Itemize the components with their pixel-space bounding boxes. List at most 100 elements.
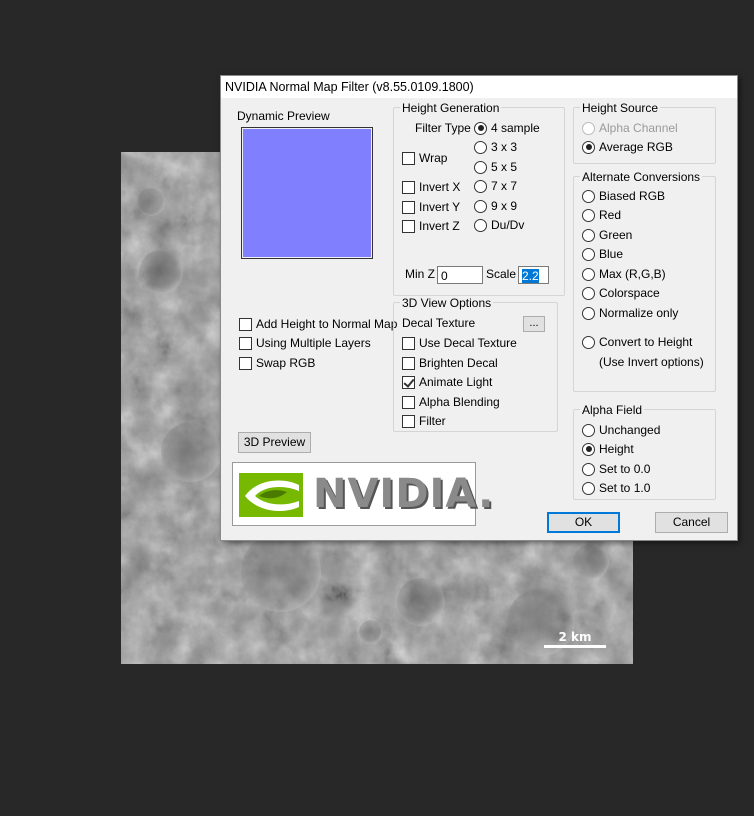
checkbox-label: Using Multiple Layers bbox=[256, 336, 371, 350]
normal-map-filter-dialog: NVIDIA Normal Map Filter (v8.55.0109.180… bbox=[220, 75, 738, 541]
checkbox-box bbox=[402, 151, 415, 165]
radio-dot bbox=[582, 481, 595, 495]
checkbox-label: Filter bbox=[419, 414, 446, 428]
height-generation-label: Height Generation bbox=[400, 101, 502, 115]
scale-input[interactable]: 2.2 bbox=[518, 266, 549, 284]
checkbox-label: Use Decal Texture bbox=[419, 336, 517, 350]
checkbox-label: Invert Y bbox=[419, 200, 461, 214]
normalize-only-radio[interactable]: Normalize only bbox=[582, 306, 678, 320]
filter-9x9-radio[interactable]: 9 x 9 bbox=[474, 199, 517, 213]
checkbox-box bbox=[402, 395, 415, 409]
3d-view-options-label: 3D View Options bbox=[400, 296, 494, 310]
radio-label: Height bbox=[599, 442, 634, 456]
radio-dot bbox=[474, 140, 487, 154]
animate-light-checkbox[interactable]: Animate Light bbox=[402, 375, 492, 389]
filter-5x5-radio[interactable]: 5 x 5 bbox=[474, 160, 517, 174]
nvidia-logo-text: NVIDIA. bbox=[313, 471, 495, 517]
radio-dot bbox=[582, 208, 595, 222]
dynamic-preview-canvas[interactable] bbox=[243, 129, 371, 257]
nvidia-logo: NVIDIA. bbox=[232, 462, 493, 526]
checkbox-label: Swap RGB bbox=[256, 356, 316, 370]
filter-dudv-radio[interactable]: Du/Dv bbox=[474, 218, 524, 232]
brighten-decal-checkbox[interactable]: Brighten Decal bbox=[402, 356, 498, 370]
alpha-channel-radio[interactable]: Alpha Channel bbox=[582, 121, 678, 135]
radio-label: Green bbox=[599, 228, 633, 242]
radio-dot bbox=[582, 121, 595, 135]
radio-label: Average RGB bbox=[599, 140, 673, 154]
radio-dot bbox=[582, 423, 595, 437]
average-rgb-radio[interactable]: Average RGB bbox=[582, 140, 673, 154]
set-to-1-radio[interactable]: Set to 1.0 bbox=[582, 481, 650, 495]
checkbox-label: Wrap bbox=[419, 151, 448, 165]
checkbox-box bbox=[402, 375, 415, 389]
radio-dot bbox=[582, 462, 595, 476]
alpha-blending-checkbox[interactable]: Alpha Blending bbox=[402, 395, 500, 409]
radio-dot bbox=[582, 442, 595, 456]
wrap-checkbox[interactable]: Wrap bbox=[402, 151, 447, 165]
3d-preview-button[interactable]: 3D Preview bbox=[238, 432, 311, 453]
radio-dot bbox=[582, 140, 595, 154]
checkbox-label: Animate Light bbox=[419, 375, 493, 389]
checkbox-box bbox=[239, 356, 252, 370]
checkbox-label: Add Height to Normal Map bbox=[256, 317, 398, 331]
dialog-title: NVIDIA Normal Map Filter (v8.55.0109.180… bbox=[225, 80, 474, 94]
radio-dot bbox=[474, 121, 487, 135]
filter-4-sample-radio[interactable]: 4 sample bbox=[474, 121, 540, 135]
radio-dot bbox=[582, 267, 595, 281]
radio-label: Set to 0.0 bbox=[599, 462, 651, 476]
checkbox-box bbox=[402, 200, 415, 214]
filter-3x3-radio[interactable]: 3 x 3 bbox=[474, 140, 517, 154]
dynamic-preview-label: Dynamic Preview bbox=[237, 109, 330, 123]
radio-label: Red bbox=[599, 208, 622, 222]
radio-label: 3 x 3 bbox=[491, 140, 518, 154]
decal-browse-button[interactable]: ... bbox=[523, 316, 545, 332]
radio-label: Du/Dv bbox=[491, 218, 525, 232]
min-z-input[interactable]: 0 bbox=[437, 266, 483, 284]
scale-bar: 2 km bbox=[544, 630, 606, 648]
invert-y-checkbox[interactable]: Invert Y bbox=[402, 200, 460, 214]
max-rgb-radio[interactable]: Max (R,G,B) bbox=[582, 267, 666, 281]
alpha-field-label: Alpha Field bbox=[580, 403, 645, 417]
biased-rgb-radio[interactable]: Biased RGB bbox=[582, 189, 665, 203]
radio-dot bbox=[582, 189, 595, 203]
radio-label: 7 x 7 bbox=[491, 179, 518, 193]
red-radio[interactable]: Red bbox=[582, 208, 621, 222]
convert-to-height-radio[interactable]: Convert to Height bbox=[582, 335, 692, 349]
scale-label: Scale bbox=[486, 267, 517, 281]
colorspace-radio[interactable]: Colorspace bbox=[582, 286, 660, 300]
unchanged-radio[interactable]: Unchanged bbox=[582, 423, 660, 437]
radio-label: Normalize only bbox=[599, 306, 679, 320]
decal-texture-label: Decal Texture bbox=[402, 316, 476, 330]
height-source-group: Height Source bbox=[573, 101, 716, 164]
checkbox-label: Alpha Blending bbox=[419, 395, 500, 409]
radio-dot bbox=[582, 286, 595, 300]
dynamic-preview-frame bbox=[241, 127, 373, 259]
invert-z-checkbox[interactable]: Invert Z bbox=[402, 219, 460, 233]
green-radio[interactable]: Green bbox=[582, 228, 632, 242]
checkbox-box bbox=[402, 414, 415, 428]
radio-label: Max (R,G,B) bbox=[599, 267, 666, 281]
use-decal-texture-checkbox[interactable]: Use Decal Texture bbox=[402, 336, 517, 350]
height-radio[interactable]: Height bbox=[582, 442, 634, 456]
radio-label: 9 x 9 bbox=[491, 199, 518, 213]
add-height-checkbox[interactable]: Add Height to Normal Map bbox=[239, 317, 397, 331]
multiple-layers-checkbox[interactable]: Using Multiple Layers bbox=[239, 336, 371, 350]
radio-label: Blue bbox=[599, 247, 624, 261]
radio-label: Set to 1.0 bbox=[599, 481, 651, 495]
filter-7x7-radio[interactable]: 7 x 7 bbox=[474, 179, 517, 193]
title-bar[interactable]: NVIDIA Normal Map Filter (v8.55.0109.180… bbox=[221, 76, 737, 98]
checkbox-box bbox=[402, 180, 415, 194]
cancel-button[interactable]: Cancel bbox=[655, 512, 728, 533]
blue-radio[interactable]: Blue bbox=[582, 247, 623, 261]
use-invert-options-note: (Use Invert options) bbox=[599, 355, 704, 369]
filter-checkbox[interactable]: Filter bbox=[402, 414, 446, 428]
radio-dot bbox=[474, 179, 487, 193]
checkbox-box bbox=[239, 317, 252, 331]
set-to-0-radio[interactable]: Set to 0.0 bbox=[582, 462, 650, 476]
swap-rgb-checkbox[interactable]: Swap RGB bbox=[239, 356, 315, 370]
checkbox-box bbox=[402, 356, 415, 370]
scale-bar-label: 2 km bbox=[558, 630, 592, 644]
ok-button[interactable]: OK bbox=[547, 512, 620, 533]
alternate-conversions-label: Alternate Conversions bbox=[580, 170, 703, 184]
invert-x-checkbox[interactable]: Invert X bbox=[402, 180, 460, 194]
